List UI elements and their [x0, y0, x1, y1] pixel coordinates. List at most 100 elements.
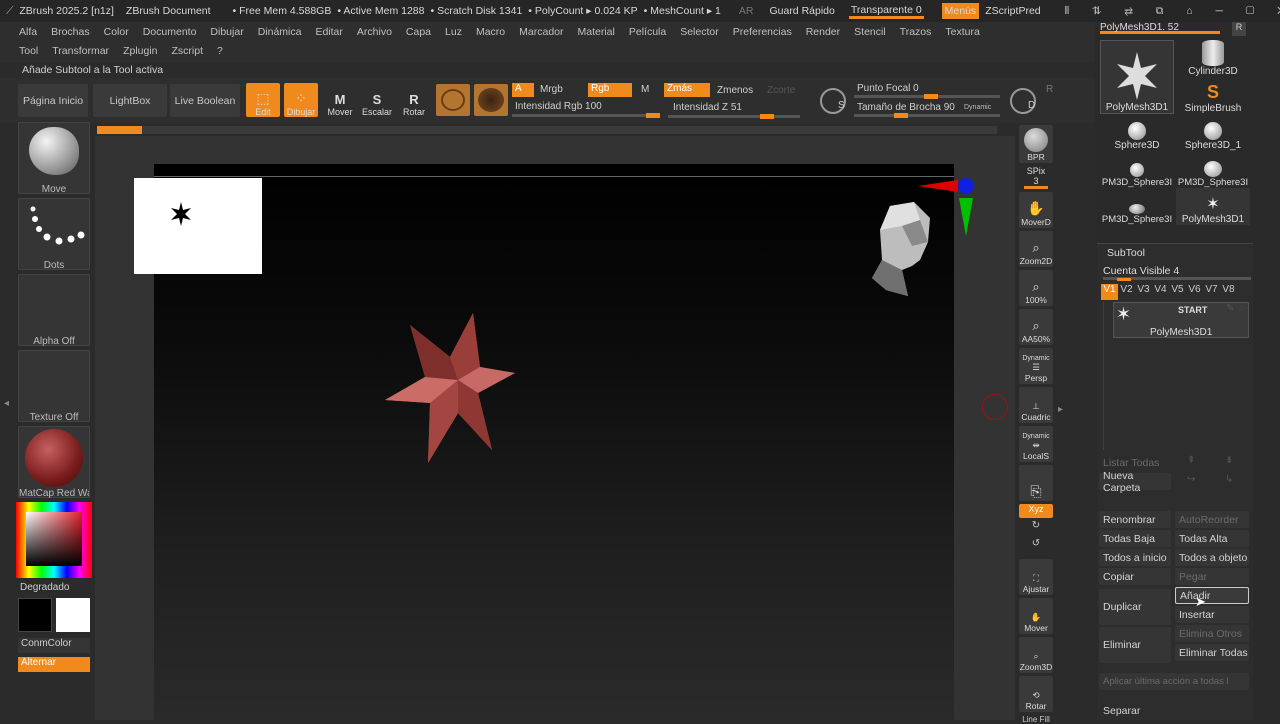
mover-view-button[interactable]: ✋ Mover	[1019, 598, 1053, 634]
separar-button[interactable]: Separar	[1099, 702, 1249, 719]
rgb-toggle[interactable]: Rgb	[588, 83, 632, 97]
brush-move[interactable]: Move	[18, 122, 90, 195]
zmenos-toggle[interactable]: Zmenos	[717, 85, 753, 96]
folder-arrow-icon[interactable]: ↪	[1187, 474, 1195, 485]
zoom2d-button[interactable]: ⌕ Zoom2D	[1019, 231, 1053, 267]
intensidad-rgb-slider[interactable]: Intensidad Rgb 100	[515, 101, 602, 112]
renombrar-button[interactable]: Renombrar	[1099, 511, 1171, 528]
zmas-toggle[interactable]: Zmás	[664, 83, 710, 97]
tamano-brocha-track[interactable]	[854, 113, 1000, 118]
tool-polymesh3d1-b[interactable]: ✶ PolyMesh3D1	[1176, 188, 1250, 225]
intensidad-rgb-track[interactable]	[512, 113, 660, 118]
right-collapse-arrow[interactable]: ▸	[1058, 404, 1063, 415]
head-gizmo[interactable]	[872, 200, 932, 300]
menu2-4[interactable]: ?	[217, 45, 223, 57]
menu-4[interactable]: Dibujar	[210, 26, 243, 38]
dibujar-button[interactable]: ⁘ Dibujar	[284, 83, 318, 117]
tool-sphere3d[interactable]: Sphere3D	[1100, 114, 1174, 151]
menu-2[interactable]: Color	[104, 26, 129, 38]
insertar-button[interactable]: Insertar	[1175, 606, 1249, 623]
eliminar-button[interactable]: Eliminar	[1099, 627, 1171, 663]
tool-pm3d-sphere-c[interactable]: PM3D_Sphere3I	[1100, 188, 1174, 225]
matcap-red-wax[interactable]: MatCap Red Wa	[18, 426, 90, 499]
version-v4[interactable]: V4	[1152, 284, 1169, 300]
color-picker[interactable]	[16, 502, 92, 578]
folder-arrow2-icon[interactable]: ↳	[1225, 474, 1233, 485]
transparente-slider[interactable]: Transparente 0	[848, 4, 924, 19]
menu-8[interactable]: Capa	[406, 26, 431, 38]
ar-label[interactable]: AR	[739, 5, 754, 17]
intensidad-z-track[interactable]	[668, 114, 800, 119]
nueva-carpeta-button[interactable]: Nueva Carpeta	[1099, 470, 1171, 494]
autoreorder-button[interactable]: AutoReorder	[1175, 511, 1249, 528]
document-canvas[interactable]	[154, 164, 954, 720]
punto-focal-slider[interactable]: Punto Focal 0	[857, 83, 919, 94]
menu2-0[interactable]: Tool	[19, 45, 38, 57]
aa50-button[interactable]: ⌕ AA50%	[1019, 309, 1053, 345]
menu2-2[interactable]: Zplugin	[123, 45, 157, 57]
menu-16[interactable]: Render	[806, 26, 840, 38]
menu-17[interactable]: Stencil	[854, 26, 886, 38]
lock-camera-button[interactable]: ⎘	[1019, 465, 1053, 501]
menu-12[interactable]: Material	[578, 26, 615, 38]
stroke-icon[interactable]	[474, 84, 508, 116]
menu2-3[interactable]: Zscript	[172, 45, 204, 57]
persp-button[interactable]: Dynamic ☰ Persp	[1019, 348, 1053, 384]
lightbox-button[interactable]: LightBox	[93, 84, 167, 117]
gizmo-blue-dot[interactable]	[958, 178, 974, 194]
menu-15[interactable]: Preferencias	[733, 26, 792, 38]
primary-color-swatch[interactable]	[18, 598, 52, 632]
degradado-label[interactable]: Degradado	[20, 582, 69, 593]
aplicar-ultima-button[interactable]: Aplicar última acción a todas l	[1099, 673, 1249, 690]
tool-polymesh3d1[interactable]: PolyMesh3D1	[1100, 40, 1174, 114]
menu-14[interactable]: Selector	[680, 26, 719, 38]
rotar-view-button[interactable]: ⟲ Rotar	[1019, 676, 1053, 712]
live-boolean-button[interactable]: Live Boolean	[170, 84, 240, 117]
intensidad-z-slider[interactable]: Intensidad Z 51	[673, 102, 742, 113]
version-v2[interactable]: V2	[1118, 284, 1135, 300]
left-collapse-arrow[interactable]: ◂	[4, 398, 9, 409]
color-square[interactable]	[26, 512, 82, 566]
m-toggle[interactable]: M	[641, 84, 649, 95]
menu-1[interactable]: Brochas	[51, 26, 90, 38]
menu-7[interactable]: Archivo	[357, 26, 392, 38]
elimina-otros-button[interactable]: Elimina Otros	[1175, 625, 1249, 642]
version-v7[interactable]: V7	[1203, 284, 1220, 300]
d-circle-icon[interactable]: D	[1010, 88, 1036, 114]
menu-5[interactable]: Dinámica	[258, 26, 302, 38]
menu-11[interactable]: Marcador	[519, 26, 563, 38]
menu-19[interactable]: Textura	[945, 26, 979, 38]
tool-pm3d-sphere-a[interactable]: PM3D_Sphere3I	[1100, 151, 1174, 188]
spix-slider[interactable]: SPix 3	[1024, 166, 1048, 189]
alpha-off[interactable]: Alpha Off	[18, 274, 90, 347]
version-v6[interactable]: V6	[1186, 284, 1203, 300]
subtool-eye-icon[interactable]: ◌	[1238, 303, 1244, 314]
duplicar-button[interactable]: Duplicar	[1099, 589, 1171, 625]
escalar-button[interactable]: S Escalar	[360, 83, 394, 117]
subtool-header[interactable]: SubTool	[1107, 247, 1145, 259]
menu-6[interactable]: Editar	[315, 26, 342, 38]
todos-a-objeto-button[interactable]: Todos a objeto	[1175, 549, 1249, 566]
menu-0[interactable]: Alfa	[19, 26, 37, 38]
menu-18[interactable]: Trazos	[900, 26, 932, 38]
zscriptpred[interactable]: ZScriptPred	[985, 5, 1040, 17]
cuadric-button[interactable]: ⊥ Cuadric	[1019, 387, 1053, 423]
brush-icon[interactable]	[436, 84, 470, 116]
subtool-item-polymesh3d1[interactable]: ✶ START PolyMesh3D1 ✎ ◌	[1113, 302, 1249, 338]
gizmo-green-arrow[interactable]	[959, 198, 973, 236]
s-circle-icon[interactable]: S	[820, 88, 846, 114]
mover-button[interactable]: M Mover	[324, 83, 356, 117]
move-up-icon[interactable]: ⇞	[1187, 455, 1195, 466]
r-label[interactable]: R	[1046, 84, 1053, 95]
dynamic-label[interactable]: Dynamic	[964, 104, 991, 111]
anadir-button[interactable]: Añadir	[1175, 587, 1249, 604]
todas-alta-button[interactable]: Todas Alta	[1175, 530, 1249, 547]
copiar-button[interactable]: Copiar	[1099, 568, 1171, 585]
todas-baja-button[interactable]: Todas Baja	[1099, 530, 1171, 547]
subtool-brush-icon[interactable]: ✎	[1226, 303, 1234, 314]
tool-cylinder3d[interactable]: Cylinder3D	[1176, 40, 1250, 77]
menu-3[interactable]: Documento	[143, 26, 197, 38]
star-mesh[interactable]	[380, 305, 525, 470]
version-v1[interactable]: V1	[1101, 284, 1118, 300]
a-toggle[interactable]: A	[512, 83, 534, 97]
